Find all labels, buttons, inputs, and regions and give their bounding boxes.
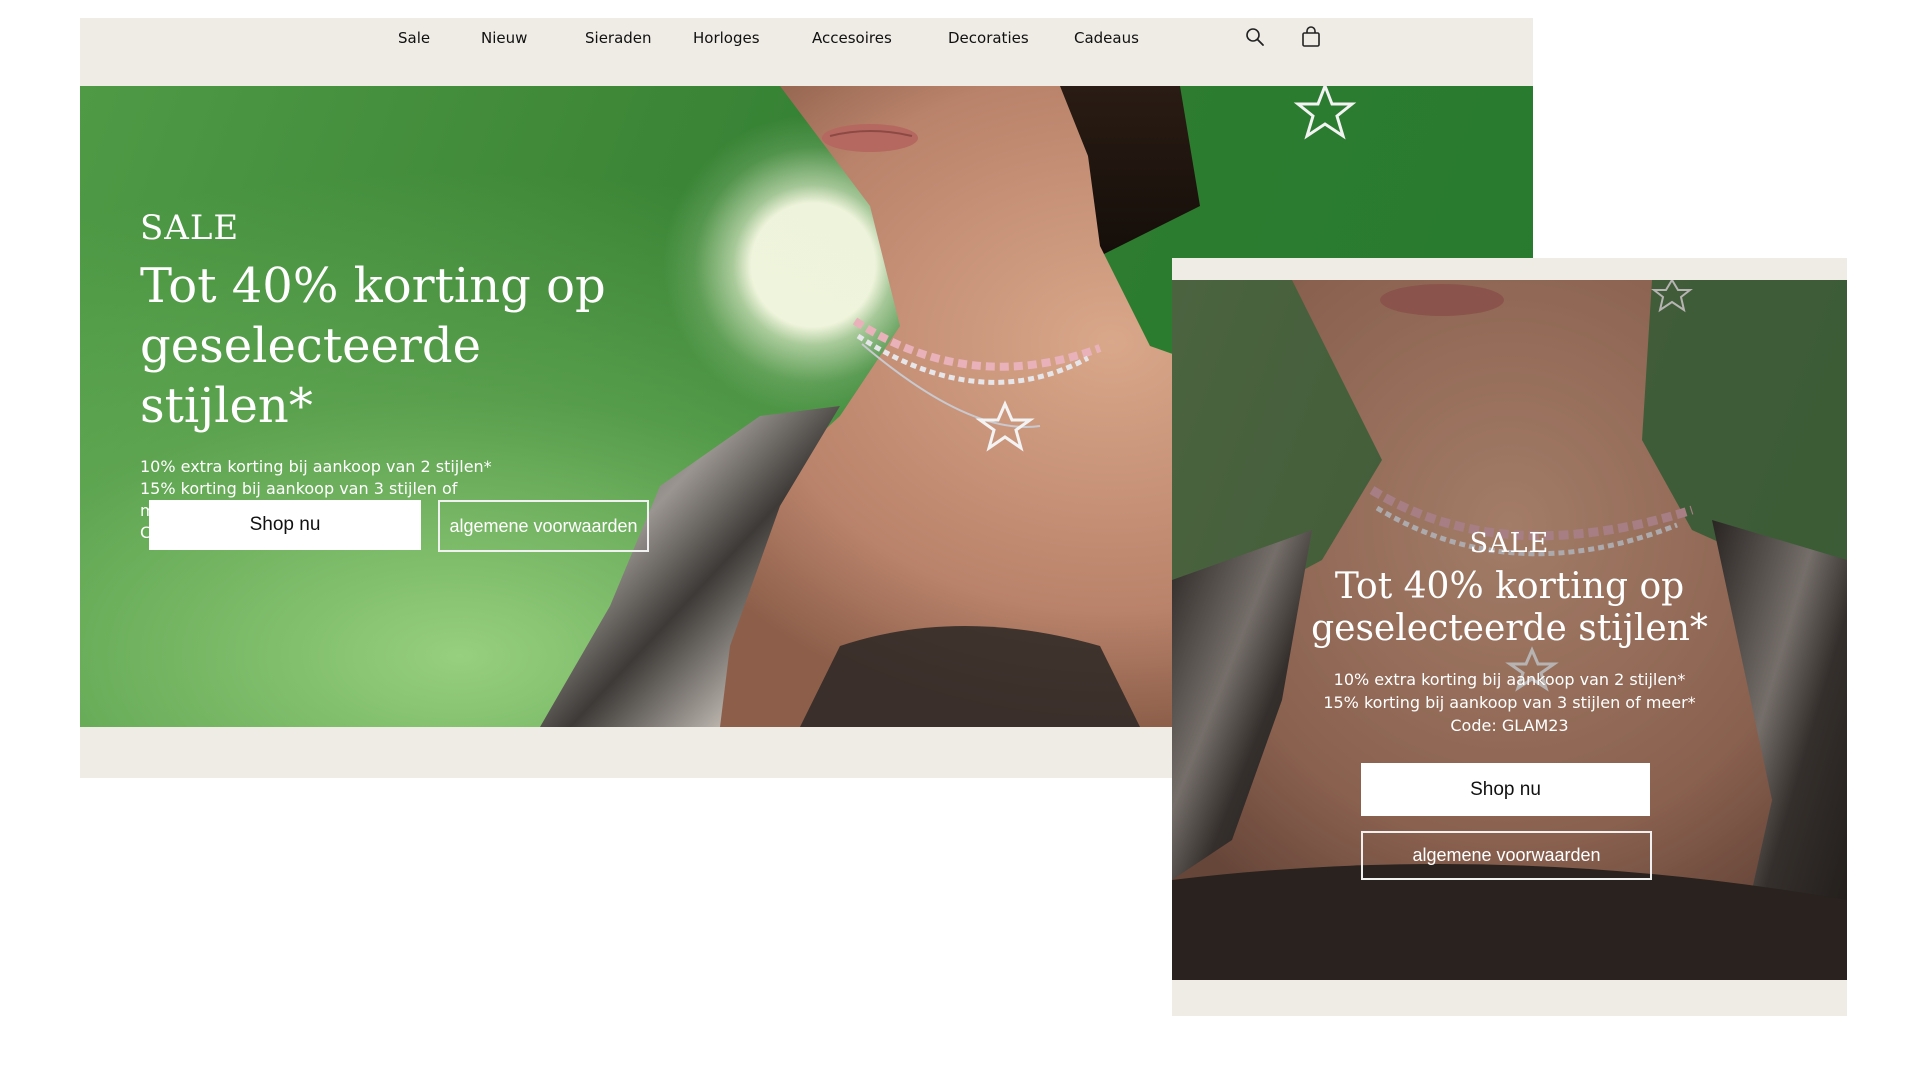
hero-headline: Tot 40% korting op geselecteerde stijlen… [140,258,606,434]
nav-item-sieraden[interactable]: Sieraden [585,29,652,47]
search-icon[interactable] [1244,26,1266,48]
offer-line: 10% extra korting bij aankoop van 2 stij… [1333,670,1686,689]
nav-item-cadeaus[interactable]: Cadeaus [1074,29,1139,47]
terms-button[interactable]: algemene voorwaarden [438,500,649,552]
shop-now-button[interactable]: Shop nu [1361,763,1650,816]
shopping-bag-icon[interactable] [1300,26,1322,48]
offer-line: 10% extra korting bij aankoop van 2 stij… [140,457,492,476]
mobile-mockup: SALE Tot 40% korting op geselecteerde st… [1172,258,1847,1016]
nav-item-nieuw[interactable]: Nieuw [481,29,527,47]
sale-eyebrow: SALE [140,208,240,248]
nav-item-decoraties[interactable]: Decoraties [948,29,1029,47]
nav-item-sale[interactable]: Sale [398,29,430,47]
offer-line: 15% korting bij aankoop van 3 stijlen of… [1323,693,1696,712]
nav-item-horloges[interactable]: Horloges [693,29,760,47]
terms-button[interactable]: algemene voorwaarden [1361,831,1652,880]
promo-code: Code: GLAM23 [1450,716,1569,735]
shop-now-button[interactable]: Shop nu [149,500,421,550]
mobile-hero-text-block: SALE Tot 40% korting op geselecteerde st… [1172,528,1847,737]
top-navigation: Sale Nieuw Sieraden Horloges Accesoires … [80,18,1533,86]
sale-eyebrow: SALE [1469,528,1550,559]
hero-headline: Tot 40% korting op geselecteerde stijlen… [1311,566,1708,649]
nav-item-accesoires[interactable]: Accesoires [812,29,892,47]
hero-offer-lines: 10% extra korting bij aankoop van 2 stij… [1300,668,1720,737]
hero-text-block: SALE Tot 40% korting op geselecteerde st… [140,208,660,544]
